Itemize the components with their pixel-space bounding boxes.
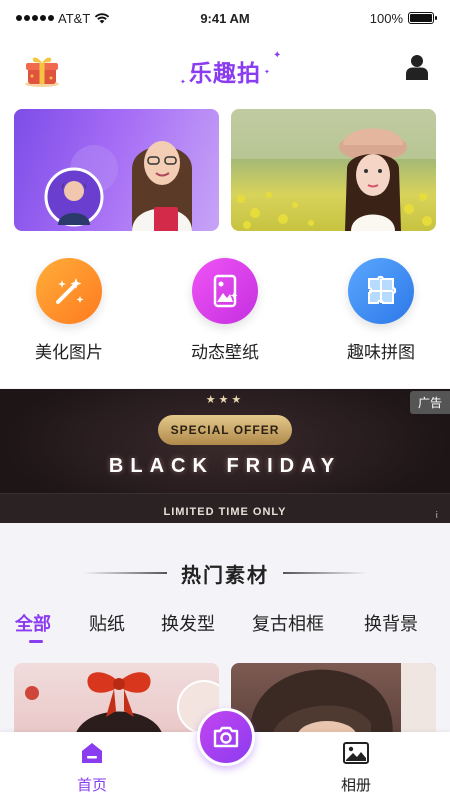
feature-label: 美化图片 [35, 343, 103, 363]
ad-offer-badge: SPECIAL OFFER [158, 415, 292, 445]
feature-label: 动态壁纸 [191, 343, 259, 363]
ad-stars: ★★★ [205, 393, 245, 406]
feature-label: 趣味拼图 [347, 343, 415, 363]
camera-icon [213, 726, 239, 748]
active-tab-indicator [29, 640, 43, 643]
carrier-label: AT&T [58, 10, 91, 26]
wifi-icon [95, 13, 110, 24]
home-icon [82, 743, 102, 763]
status-bar: AT&T 9:41 AM 100% [0, 0, 450, 36]
tab-stickers[interactable]: 贴纸 [89, 610, 125, 636]
ad-info-icon[interactable]: i [435, 511, 438, 521]
status-time: 9:41 AM [200, 10, 250, 26]
material-thumbnail [25, 672, 219, 743]
flower-field-illustration [231, 109, 436, 231]
status-left: AT&T [16, 11, 110, 26]
sparkle-icon: ✦ [180, 78, 186, 86]
camera-button[interactable] [197, 708, 255, 766]
puzzle-icon [348, 258, 414, 324]
divider [283, 572, 367, 574]
banner-section [0, 104, 450, 238]
tab-background[interactable]: 换背景 [364, 610, 418, 636]
app-title: 乐趣拍 [189, 61, 261, 87]
album-icon [343, 742, 369, 764]
feature-beautify-button[interactable]: 美化图片 [4, 258, 134, 363]
magic-wand-icon [36, 258, 102, 324]
ad-headline: BLACK FRIDAY [108, 455, 342, 477]
signal-icon [16, 15, 54, 21]
tab-home-label: 首页 [76, 776, 107, 794]
flower-field-banner[interactable] [231, 109, 436, 231]
gift-icon[interactable] [22, 52, 62, 88]
tab-hairstyle[interactable]: 换发型 [161, 610, 215, 636]
feature-wallpaper-button[interactable]: 动态壁纸 [160, 258, 290, 363]
app-header: 乐趣拍 ✦ ✦ ✦ [0, 36, 450, 104]
status-right: 100% [369, 10, 437, 26]
section-header: 热门素材 [0, 548, 450, 598]
tab-all[interactable]: 全部 [15, 610, 51, 636]
material-card[interactable] [231, 663, 436, 743]
portrait-banner[interactable] [14, 109, 219, 231]
feature-puzzle-button[interactable]: 趣味拼图 [316, 258, 446, 363]
wallpaper-icon [192, 258, 258, 324]
ad-subline: LIMITED TIME ONLY [163, 506, 287, 518]
tab-album[interactable]: 相册 [316, 740, 396, 795]
material-card[interactable] [14, 663, 219, 743]
material-thumbnail [250, 663, 436, 743]
portrait-illustration [44, 141, 192, 231]
category-tabs: 全部 贴纸 换发型 复古相框 换背景 [0, 604, 450, 644]
section-title: 热门素材 [181, 562, 269, 587]
tab-album-label: 相册 [340, 776, 371, 794]
battery-icon [408, 12, 437, 24]
sparkle-icon: ✦ [264, 68, 270, 76]
user-icon[interactable] [406, 54, 428, 80]
tab-home[interactable]: 首页 [52, 740, 132, 795]
battery-percent: 100% [369, 10, 403, 26]
feature-section: 美化图片 动态壁纸 趣味拼图 [0, 238, 450, 388]
tab-vintage-frame[interactable]: 复古相框 [252, 610, 324, 636]
ad-tag[interactable]: 广告 [409, 391, 450, 414]
sparkle-icon: ✦ [273, 50, 282, 61]
divider [83, 572, 167, 574]
ad-banner[interactable]: ★★★ SPECIAL OFFER BLACK FRIDAY LIMITED T… [0, 389, 450, 523]
